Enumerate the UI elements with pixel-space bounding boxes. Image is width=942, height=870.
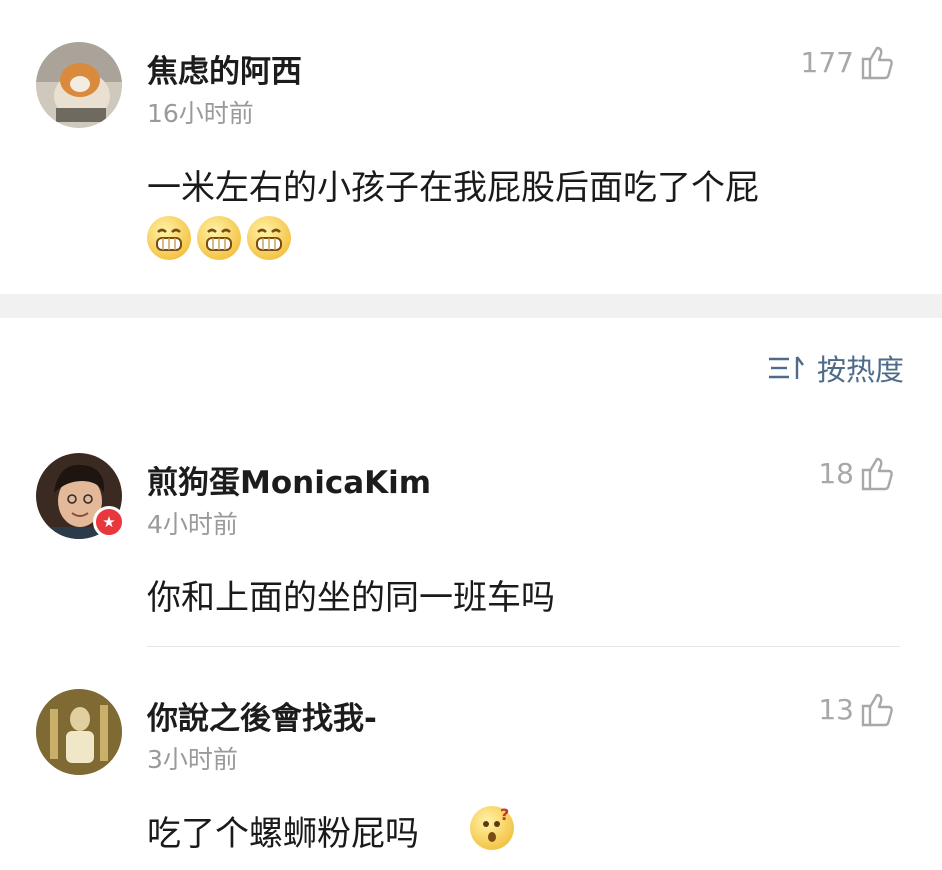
- like-count: 13: [818, 692, 854, 726]
- avatar[interactable]: [36, 689, 122, 775]
- top-comment: 焦虑的阿西 16小时前 177 一米左右的小孩子在我屁股后面吃了个屁: [0, 0, 942, 294]
- section-divider: [0, 294, 942, 318]
- timestamp: 16小时前: [147, 99, 254, 128]
- like-button[interactable]: 177: [801, 44, 894, 80]
- emoji-row: [147, 216, 297, 260]
- grin-emoji: [147, 216, 191, 260]
- svg-text:?: ?: [500, 806, 509, 824]
- verified-star-badge: ★: [93, 506, 125, 538]
- avatar-image: [36, 453, 122, 539]
- sort-label: 按热度: [816, 353, 904, 387]
- timestamp: 3小时前: [147, 745, 238, 774]
- like-count: 18: [818, 456, 854, 490]
- avatar-image: [36, 42, 122, 128]
- comment-text: 吃了个螺蛳粉屁吗: [147, 814, 419, 854]
- grin-emoji: [197, 216, 241, 260]
- comment-text: 一米左右的小孩子在我屁股后面吃了个屁: [147, 168, 759, 208]
- avatar-image: [36, 689, 122, 775]
- sort-by-hot-button[interactable]: 按热度: [767, 347, 904, 389]
- avatar[interactable]: [36, 42, 122, 128]
- comment-divider: [147, 646, 900, 647]
- thumbs-up-icon: [861, 46, 893, 80]
- comment-text: 你和上面的坐的同一班车吗: [147, 578, 555, 618]
- like-button[interactable]: 18: [818, 455, 894, 491]
- grin-emoji: [247, 216, 291, 260]
- avatar[interactable]: [36, 453, 122, 539]
- username[interactable]: 煎狗蛋MonicaKim: [147, 457, 431, 502]
- like-count: 177: [800, 45, 854, 79]
- like-button[interactable]: 13: [818, 691, 894, 727]
- username[interactable]: 焦虑的阿西: [147, 46, 302, 91]
- confused-emoji: ?: [470, 806, 514, 850]
- thumbs-up-icon: [861, 457, 893, 491]
- sort-icon: [768, 356, 804, 379]
- timestamp: 4小时前: [147, 510, 238, 539]
- username[interactable]: 你說之後會找我-: [147, 693, 377, 738]
- thumbs-up-icon: [861, 693, 893, 727]
